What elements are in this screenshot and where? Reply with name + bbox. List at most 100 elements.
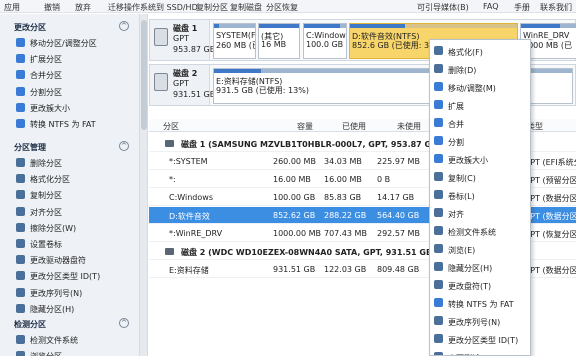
sidebar-item[interactable]: 浏览分区 (16, 349, 136, 356)
migrate-os-button[interactable]: 迁移操作系统到 SSD/HD (108, 2, 198, 13)
sidebar-item[interactable]: 扩展分区 (16, 52, 136, 66)
disk-type: GPT (173, 79, 189, 88)
menu-item[interactable]: 隐藏分区(H) (430, 258, 530, 276)
menu-item[interactable]: 复制(C) (430, 168, 530, 186)
sidebar-item[interactable]: 分割分区 (16, 85, 136, 99)
cell-partition: C:Windows (169, 193, 213, 202)
cluster-icon (434, 154, 443, 163)
undo-button[interactable]: 撤销 (44, 2, 60, 13)
disk-icon (154, 28, 168, 46)
move-resize-icon (434, 82, 443, 91)
scrollbar-thumb[interactable] (141, 20, 147, 130)
sidebar-item-label: 复制分区 (30, 191, 62, 201)
type-id-icon (434, 334, 443, 343)
menu-item[interactable]: 分割 (430, 132, 530, 150)
menu-item[interactable]: 对齐 (430, 204, 530, 222)
partition-block[interactable]: C:Windows(100.0 GB (E (303, 23, 347, 59)
menu-item[interactable]: 更改簇大小 (430, 150, 530, 168)
menu-item[interactable]: 格式化(F) (430, 42, 530, 60)
sidebar-item[interactable]: 更改驱动器盘符 (16, 253, 136, 267)
sidebar: 更改分区 ^ 移动分区/调整分区 扩展分区 合并分区 分割分区 更改簇大小 转换 NTFS 为… (0, 14, 140, 356)
partition-name: SYSTEM(FA (216, 31, 256, 40)
partition-block[interactable]: SYSTEM(FA260 MB (已使 (213, 23, 256, 59)
format-icon (434, 46, 443, 55)
menu-item[interactable]: 浏览(E) (430, 240, 530, 258)
menu-item-label: 格式化(F) (448, 48, 483, 57)
sidebar-item[interactable]: 移动分区/调整分区 (16, 36, 136, 50)
menu-item[interactable]: 更改分区类型 ID(T) (430, 330, 530, 348)
sidebar-item[interactable]: 更改簇大小 (16, 101, 136, 115)
sidebar-item[interactable]: 删除分区 (16, 156, 136, 170)
menu-item[interactable]: 表面测试 (430, 348, 530, 355)
partition-recovery-button[interactable]: 分区恢复 (266, 2, 298, 13)
col-used[interactable]: 已使用 (342, 121, 366, 132)
sidebar-item-label: 转换 NTFS 为 FAT (30, 120, 96, 129)
discard-button[interactable]: 放弃 (75, 2, 91, 13)
manual-button[interactable]: 手册 (514, 2, 530, 13)
menu-item[interactable]: 合并 (430, 114, 530, 132)
sidebar-scrollbar[interactable] (140, 14, 148, 356)
apply-button[interactable]: 应用 (4, 2, 20, 13)
cell-used: 85.83 GB (324, 193, 362, 202)
convert-icon (16, 119, 25, 128)
menu-item-label: 卷标(L) (448, 192, 475, 201)
context-menu: 格式化(F) 删除(D) 移动/调整(M) 扩展合并分割更改簇大小 复制(C) 卷标(L)… (429, 39, 531, 356)
collapse-icon[interactable]: ^ (119, 21, 129, 31)
split-icon (434, 136, 443, 145)
menu-item-label: 隐藏分区(H) (448, 264, 493, 273)
copy-partition-button[interactable]: 复制分区 (196, 2, 228, 13)
sidebar-item[interactable]: 复制分区 (16, 188, 136, 202)
partition-block[interactable]: (其它) 16 MB (258, 23, 300, 59)
wipe-icon (16, 222, 25, 232)
extend-icon (16, 54, 25, 64)
cell-unused: 0 B (377, 175, 391, 184)
menu-item[interactable]: 更改序列号(N) (430, 312, 530, 330)
menu-item-label: 合并 (448, 120, 464, 129)
sidebar-item[interactable]: 擦除分区(W) (16, 221, 136, 235)
menu-item[interactable]: 卷标(L) (430, 186, 530, 204)
serial-icon (16, 287, 25, 297)
sidebar-item[interactable]: 对齐分区 (16, 205, 136, 219)
align-icon (434, 208, 443, 217)
sidebar-item[interactable]: 设置卷标 (16, 237, 136, 251)
sidebar-item[interactable]: 格式化分区 (16, 172, 136, 186)
usage-fill (350, 24, 406, 28)
cell-unused: 292.57 MB (377, 229, 420, 238)
bootable-media-button[interactable]: 可引导媒体(B) (417, 2, 469, 13)
faq-button[interactable]: FAQ (483, 2, 499, 11)
sidebar-item[interactable]: 更改分区类型 ID(T) (16, 269, 136, 283)
menu-item[interactable]: 删除(D) (430, 60, 530, 78)
cell-partition: E:资料存储 (169, 266, 209, 275)
collapse-icon[interactable]: ^ (119, 141, 129, 151)
partition-size: 16 MB (261, 40, 287, 49)
menu-item[interactable]: 扩展 (430, 96, 530, 114)
sidebar-item[interactable]: 转换 NTFS 为 FAT (16, 117, 136, 131)
menu-item[interactable]: 转换 NTFS 为 FAT (430, 294, 530, 312)
cell-capacity: 16.00 MB (273, 175, 311, 184)
menu-item[interactable]: 检测文件系统 (430, 222, 530, 240)
col-unused[interactable]: 未使用 (397, 121, 421, 132)
col-partition[interactable]: 分区 (163, 121, 179, 132)
menu-item[interactable]: 移动/调整(M) (430, 78, 530, 96)
sidebar-item-label: 更改驱动器盘符 (30, 256, 86, 266)
section-title: 检测分区 (14, 320, 46, 329)
sidebar-item[interactable]: 更改序列号(N) (16, 286, 136, 300)
sidebar-item[interactable]: 合并分区 (16, 68, 136, 82)
cell-unused: 564.40 GB (377, 211, 420, 220)
copy-disk-button[interactable]: 复制磁盘 (230, 2, 262, 13)
sidebar-item-label: 设置卷标 (30, 240, 62, 249)
menu-item[interactable]: 更改盘符(T) (430, 276, 530, 294)
cell-capacity: 1000.00 MB (273, 229, 322, 238)
menu-item-label: 更改盘符(T) (448, 282, 492, 291)
contact-button[interactable]: 联系我们 (540, 2, 572, 13)
col-capacity[interactable]: 容量 (297, 121, 313, 132)
sidebar-item-label: 隐藏分区(H) (30, 304, 75, 314)
collapse-icon[interactable]: ^ (119, 318, 129, 328)
cell-used: 122.03 GB (324, 265, 367, 274)
sidebar-item[interactable]: 隐藏分区(H) (16, 302, 136, 316)
sidebar-item[interactable]: 检测文件系统 (16, 333, 136, 347)
usage-fill (259, 24, 299, 28)
cell-capacity: 100.00 GB (273, 193, 316, 202)
copy-icon (16, 190, 25, 200)
menu-item-label: 分割 (448, 138, 464, 147)
